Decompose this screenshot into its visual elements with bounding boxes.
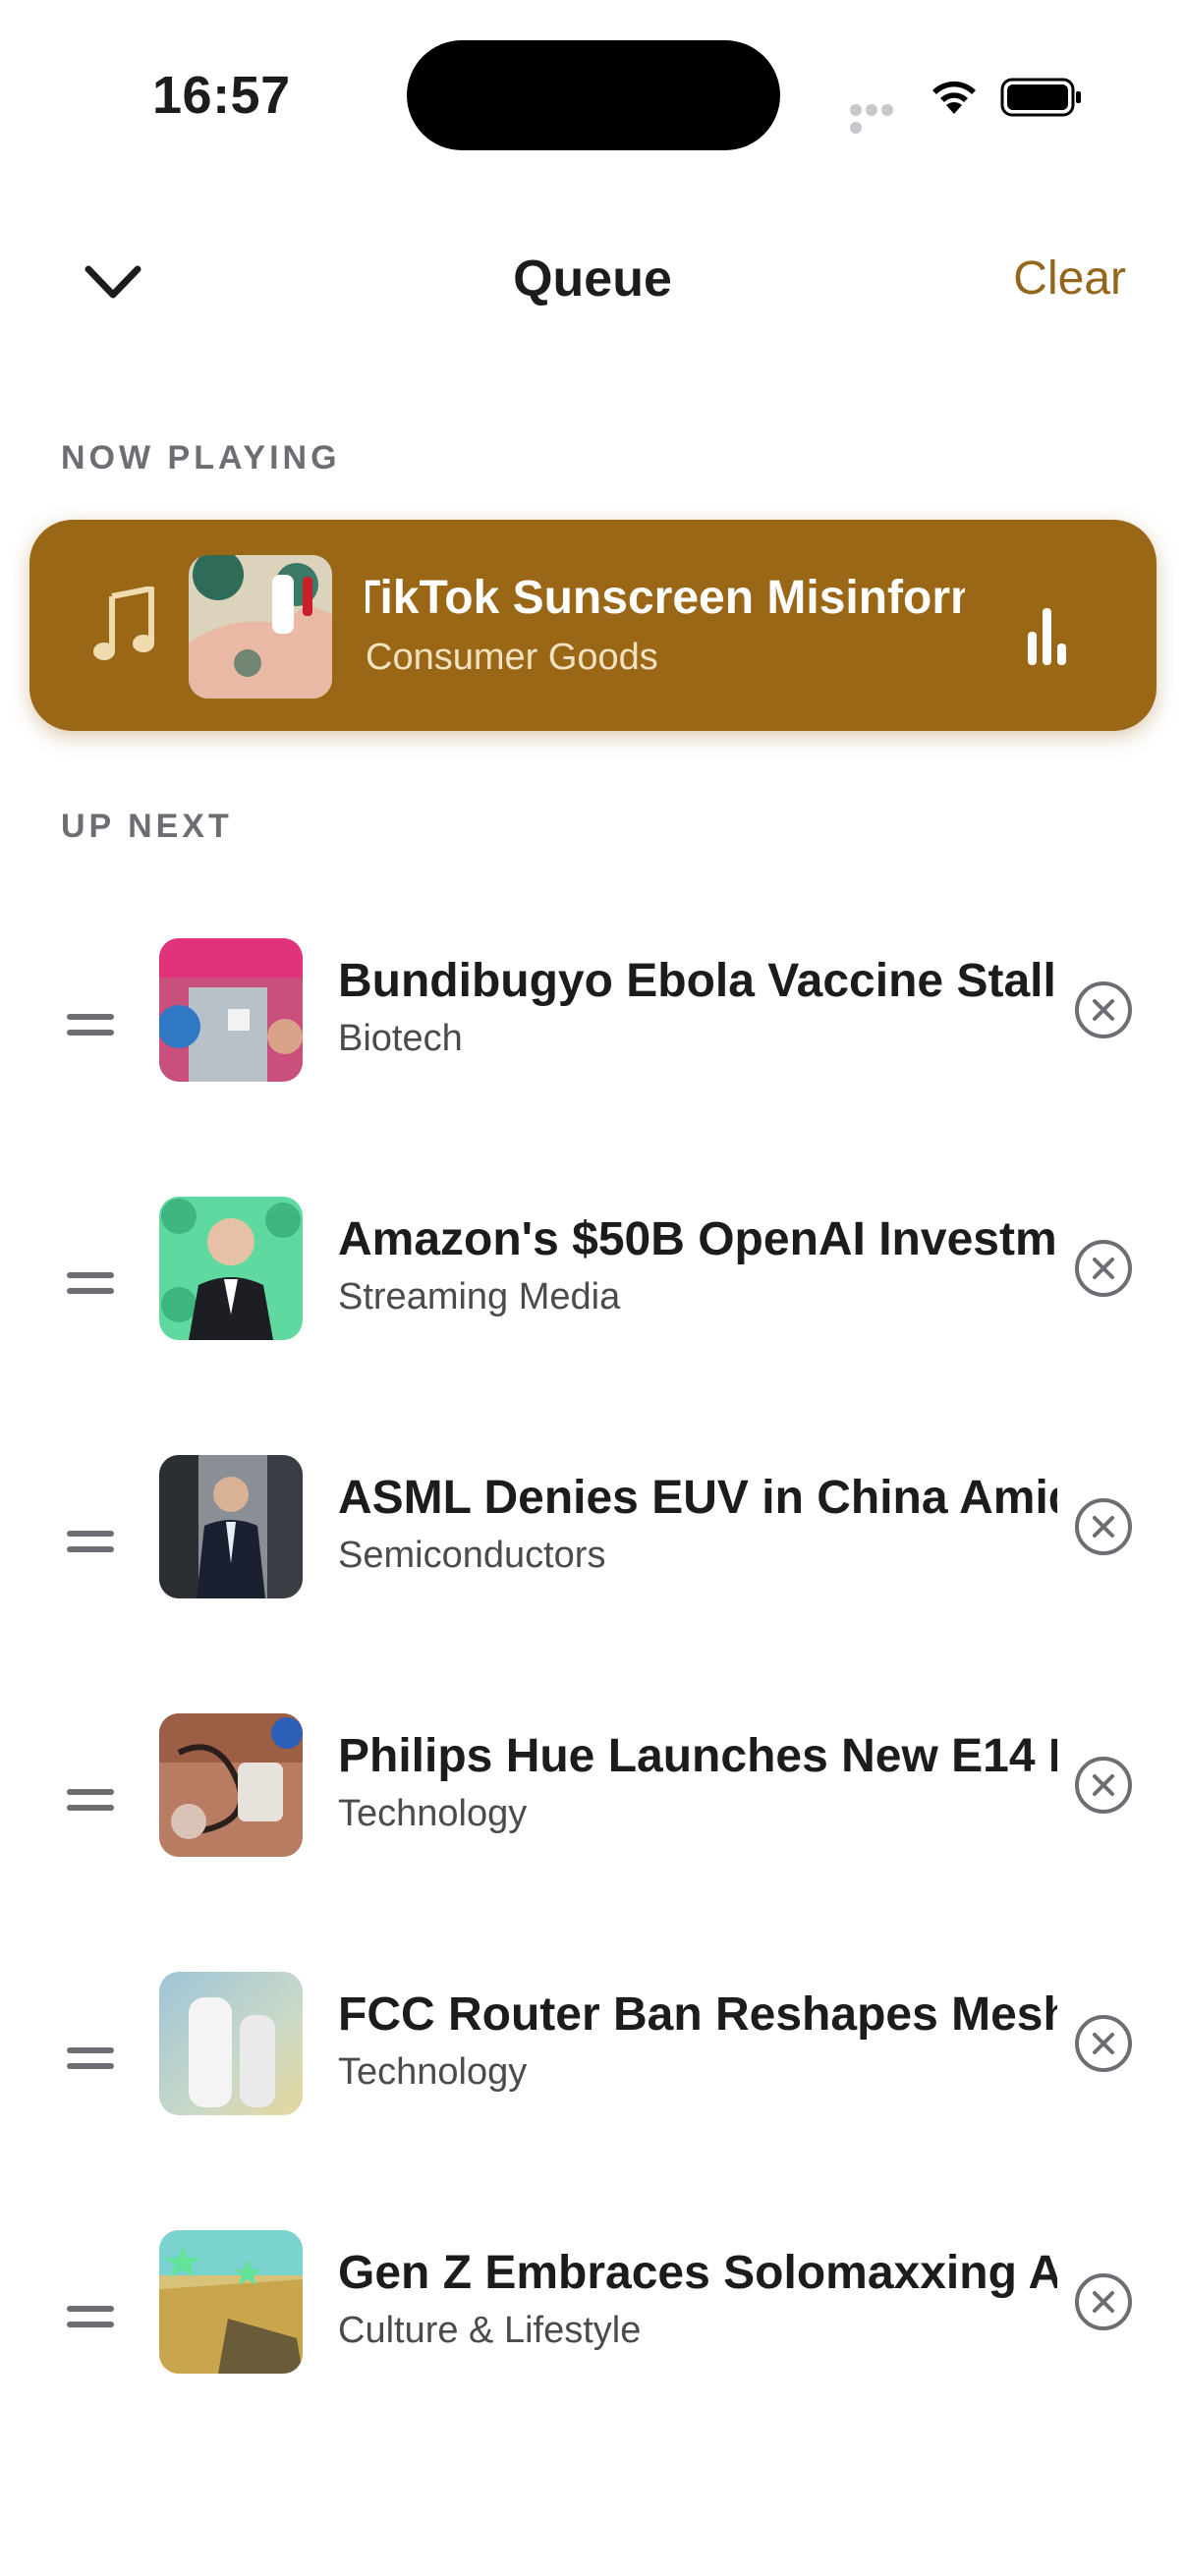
item-category: Semiconductors (338, 1535, 606, 1576)
item-category: Streaming Media (338, 1276, 621, 1317)
item-title: Amazon's $50B OpenAI Investment (338, 1213, 1057, 1265)
now-playing-title: TikTok Sunscreen Misinformation (366, 572, 965, 624)
queue-row[interactable]: FCC Router Ban Reshapes Mesh Technology (0, 1972, 1185, 2158)
item-title: Bundibugyo Ebola Vaccine Stall (338, 955, 1056, 1007)
now-playing-artwork (189, 555, 332, 699)
item-artwork (159, 1972, 303, 2115)
item-artwork (159, 938, 303, 1082)
drag-handle-icon[interactable] (67, 1010, 114, 1039)
item-artwork (159, 1713, 303, 1857)
item-category: Technology (338, 2051, 528, 2093)
now-playing-category: Consumer Goods (366, 637, 658, 678)
up-next-label: UP NEXT (61, 808, 233, 845)
queue-row[interactable]: Gen Z Embraces Solomaxxing As Culture & … (0, 2230, 1185, 2417)
remove-icon[interactable] (1073, 2013, 1134, 2074)
queue-screen: 16:57 Queue Clear NOW PLAYING TikTok Sun… (0, 0, 1185, 2576)
music-note-icon (93, 587, 154, 660)
now-playing-info: TikTok Sunscreen Misinformation Consumer… (366, 571, 965, 679)
now-playing-card[interactable]: TikTok Sunscreen Misinformation Consumer… (29, 520, 1157, 731)
item-title: Gen Z Embraces Solomaxxing As (338, 2247, 1057, 2299)
item-artwork (159, 2230, 303, 2374)
clear-button[interactable]: Clear (1013, 252, 1126, 306)
drag-handle-icon[interactable] (67, 1785, 114, 1815)
drag-handle-icon[interactable] (67, 2302, 114, 2331)
item-info: Gen Z Embraces Solomaxxing As Culture & … (338, 2246, 1057, 2352)
remove-icon[interactable] (1073, 2271, 1134, 2332)
item-category: Technology (338, 1793, 528, 1834)
remove-icon[interactable] (1073, 1755, 1134, 1816)
equalizer-icon (1028, 608, 1066, 665)
item-title: Philips Hue Launches New E14 Bulb (338, 1730, 1057, 1782)
remove-icon[interactable] (1073, 1238, 1134, 1299)
item-title: ASML Denies EUV in China Amid (338, 1472, 1057, 1524)
dynamic-island (407, 40, 780, 150)
item-category: Culture & Lifestyle (338, 2310, 642, 2351)
remove-icon[interactable] (1073, 980, 1134, 1040)
drag-handle-icon[interactable] (67, 1527, 114, 1556)
item-info: Amazon's $50B OpenAI Investment Streamin… (338, 1212, 1057, 1318)
cellular-signal-icon (850, 103, 909, 134)
queue-row[interactable]: ASML Denies EUV in China Amid Semiconduc… (0, 1455, 1185, 1642)
queue-row[interactable]: Amazon's $50B OpenAI Investment Streamin… (0, 1197, 1185, 1383)
status-time: 16:57 (152, 66, 291, 125)
now-playing-label: NOW PLAYING (61, 439, 341, 476)
item-title: FCC Router Ban Reshapes Mesh (338, 1988, 1057, 2041)
drag-handle-icon[interactable] (67, 2044, 114, 2073)
queue-row[interactable]: Philips Hue Launches New E14 Bulb Techno… (0, 1713, 1185, 1900)
item-artwork (159, 1197, 303, 1340)
remove-icon[interactable] (1073, 1496, 1134, 1557)
battery-icon (1000, 78, 1081, 117)
item-info: FCC Router Ban Reshapes Mesh Technology (338, 1988, 1057, 2094)
page-title: Queue (513, 251, 672, 308)
item-artwork (159, 1455, 303, 1598)
queue-header: Queue Clear (0, 226, 1185, 334)
drag-handle-icon[interactable] (67, 1268, 114, 1298)
item-info: ASML Denies EUV in China Amid Semiconduc… (338, 1471, 1057, 1577)
wifi-icon (932, 81, 976, 114)
item-info: Philips Hue Launches New E14 Bulb Techno… (338, 1729, 1057, 1835)
queue-row[interactable]: Bundibugyo Ebola Vaccine Stall Biotech (0, 938, 1185, 1125)
item-category: Biotech (338, 1018, 463, 1059)
status-bar: 16:57 (0, 0, 1185, 196)
item-info: Bundibugyo Ebola Vaccine Stall Biotech (338, 954, 1057, 1060)
